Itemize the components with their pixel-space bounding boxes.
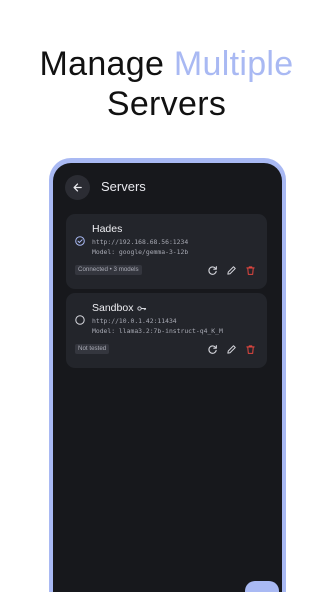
headline-line-1: Manage Multiple [0,44,333,84]
headline: Manage Multiple Servers [0,44,333,124]
server-url: http://10.0.1.42:11434 [92,317,177,325]
edit-button[interactable] [225,343,237,355]
delete-button[interactable] [244,264,256,276]
trash-icon [245,344,255,354]
refresh-icon [207,344,217,354]
refresh-button[interactable] [206,343,218,355]
server-name: Hades [92,223,122,235]
phone-frame: Servers Hades http://192.168.68.56:1234 … [49,158,286,592]
server-card-hades[interactable]: Hades http://192.168.68.56:1234 Model: g… [66,214,267,289]
back-button[interactable] [65,175,90,200]
server-url: http://192.168.68.56:1234 [92,238,189,246]
headline-accent: Multiple [173,45,294,83]
arrow-left-icon [73,183,82,192]
app-screen: Servers Hades http://192.168.68.56:1234 … [53,163,282,592]
status-badge: Connected • 3 models [75,265,142,275]
server-name: Sandbox [92,302,147,314]
app-bar: Servers [53,163,282,209]
page-title: Servers [101,179,146,194]
server-card-sandbox[interactable]: Sandbox http://10.0.1.42:11434 Model: ll… [66,293,267,368]
refresh-button[interactable] [206,264,218,276]
server-model: Model: google/gemma-3-12b [92,248,189,256]
radio-empty-icon[interactable] [75,315,85,325]
check-circle-icon[interactable] [75,236,85,246]
headline-line-2: Servers [106,85,227,123]
delete-button[interactable] [244,343,256,355]
key-icon [137,305,147,311]
add-server-button[interactable] [245,581,279,592]
edit-button[interactable] [225,264,237,276]
status-badge: Not tested [75,344,110,354]
card-actions [206,343,256,355]
headline-part-1: Manage [39,45,174,83]
pencil-icon [226,344,236,354]
server-name-text: Sandbox [92,302,134,314]
refresh-icon [207,265,217,275]
card-actions [206,264,256,276]
trash-icon [245,265,255,275]
server-name-text: Hades [92,223,123,235]
server-model: Model: llama3.2:7b-instruct-q4_K_M [92,327,223,335]
pencil-icon [226,265,236,275]
